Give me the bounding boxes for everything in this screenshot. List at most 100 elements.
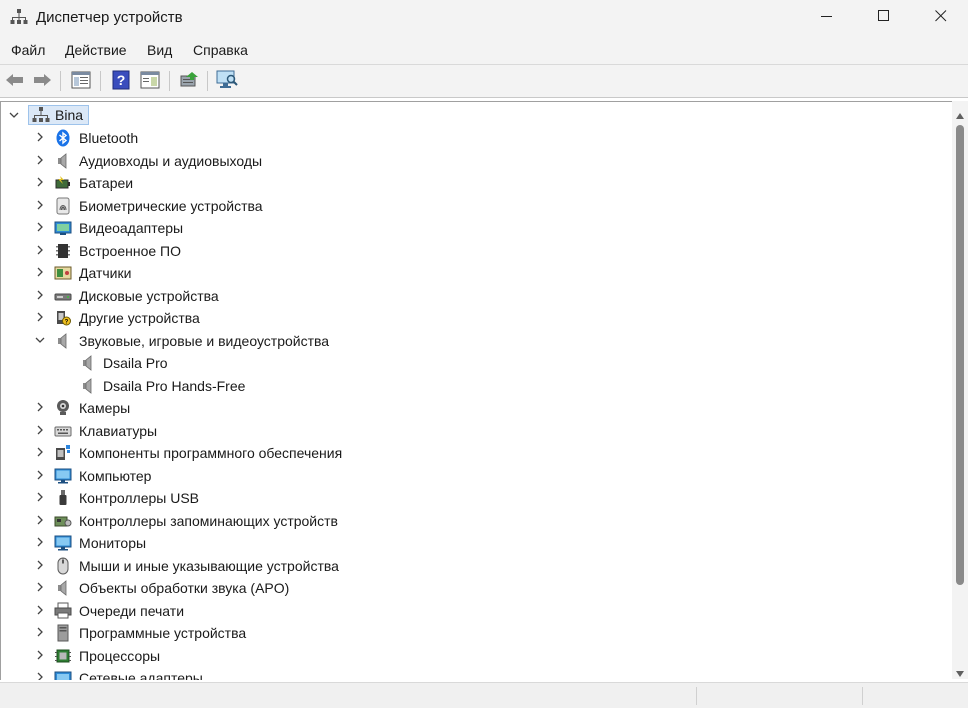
expand-toggle[interactable]	[33, 671, 47, 680]
expand-toggle[interactable]	[33, 559, 47, 573]
svg-text:?: ?	[117, 72, 126, 88]
expand-toggle[interactable]	[33, 334, 47, 348]
chevron-down-icon	[34, 333, 46, 349]
chevron-right-icon	[34, 175, 46, 191]
tree-category-label[interactable]: Дисковые устройства	[79, 285, 219, 307]
expand-toggle[interactable]	[33, 154, 47, 168]
tree-category-label[interactable]: Мыши и иные указывающие устройства	[79, 555, 339, 577]
computer-monitor-icon	[54, 467, 72, 485]
expand-toggle[interactable]	[33, 649, 47, 663]
tree-category-label[interactable]: Программные устройства	[79, 622, 246, 644]
tree-category-label[interactable]: Контроллеры запоминающих устройств	[79, 510, 338, 532]
expand-toggle[interactable]	[33, 401, 47, 415]
tree-device-label[interactable]: Dsaila Pro	[103, 352, 168, 374]
tree-category-label[interactable]: Компьютер	[79, 465, 151, 487]
chevron-right-icon	[34, 130, 46, 146]
chevron-right-icon	[34, 400, 46, 416]
expand-toggle[interactable]	[33, 311, 47, 325]
menu-file[interactable]: Файл	[11, 42, 45, 58]
menu-bar: Файл Действие Вид Справка	[0, 36, 968, 65]
expand-toggle[interactable]	[33, 469, 47, 483]
chevron-right-icon	[34, 625, 46, 641]
device-tree[interactable]: Bina Bluetooth Аудиовходы и аудиовыходы Ба…	[0, 101, 953, 680]
expand-toggle[interactable]	[33, 491, 47, 505]
update-driver-button[interactable]	[178, 70, 200, 92]
expand-toggle[interactable]	[33, 266, 47, 280]
sensor-icon	[54, 264, 72, 282]
expand-toggle[interactable]	[33, 581, 47, 595]
network-adapter-icon	[54, 669, 72, 680]
expand-toggle[interactable]	[33, 604, 47, 618]
speaker-icon	[54, 579, 72, 597]
tree-category-label[interactable]: Другие устройства	[79, 307, 200, 329]
panel-view-button[interactable]	[139, 70, 161, 92]
minimize-button[interactable]	[799, 0, 855, 34]
expand-toggle[interactable]	[33, 131, 47, 145]
tree-category-label[interactable]: Датчики	[79, 262, 131, 284]
expand-toggle[interactable]	[33, 626, 47, 640]
tree-category-label[interactable]: Клавиатуры	[79, 420, 157, 442]
chevron-right-icon	[34, 198, 46, 214]
tree-category-label[interactable]: Аудиовходы и аудиовыходы	[79, 150, 262, 172]
expand-toggle[interactable]	[33, 446, 47, 460]
tree-category-label[interactable]: Контроллеры USB	[79, 487, 199, 509]
expand-toggle[interactable]	[33, 176, 47, 190]
tree-category-label[interactable]: Очереди печати	[79, 600, 184, 622]
scan-hardware-button[interactable]	[216, 70, 238, 92]
menu-help[interactable]: Справка	[193, 42, 248, 58]
scrollbar-thumb[interactable]	[956, 125, 964, 585]
disk-drive-icon	[54, 287, 72, 305]
tree-category-label[interactable]: Биометрические устройства	[79, 195, 263, 217]
tree-category-label[interactable]: Видеоадаптеры	[79, 217, 183, 239]
chevron-right-icon	[34, 153, 46, 169]
expand-toggle[interactable]	[33, 244, 47, 258]
vertical-scrollbar[interactable]	[952, 101, 968, 679]
chevron-down-icon	[8, 108, 20, 124]
properties-view-button[interactable]	[70, 70, 92, 92]
chevron-right-icon	[34, 445, 46, 461]
usb-icon	[54, 489, 72, 507]
expand-root-toggle[interactable]	[7, 109, 21, 123]
display-adapter-icon	[54, 219, 72, 237]
chevron-right-icon	[34, 243, 46, 259]
chevron-right-icon	[34, 580, 46, 596]
title-bar: Диспетчер устройств	[0, 0, 968, 36]
maximize-icon	[878, 9, 890, 25]
expand-toggle[interactable]	[33, 424, 47, 438]
forward-button[interactable]	[31, 70, 53, 92]
tree-category-label[interactable]: Звуковые, игровые и видеоустройства	[79, 330, 329, 352]
device-manager-icon	[10, 8, 28, 29]
status-bar	[0, 682, 968, 708]
tree-root-label[interactable]: Bina	[55, 104, 83, 126]
tree-category-label[interactable]: Камеры	[79, 397, 130, 419]
keyboard-icon	[54, 422, 72, 440]
expand-toggle[interactable]	[33, 221, 47, 235]
tree-category-label[interactable]: Сетевые адаптеры	[79, 667, 203, 680]
tree-category-label[interactable]: Компоненты программного обеспечения	[79, 442, 342, 464]
tree-category-label[interactable]: Bluetooth	[79, 127, 138, 149]
scroll-down-icon[interactable]	[955, 665, 965, 681]
properties-view-icon	[71, 71, 91, 92]
chevron-right-icon	[34, 603, 46, 619]
chevron-right-icon	[34, 670, 46, 680]
tree-category-label[interactable]: Процессоры	[79, 645, 160, 667]
tree-category-label[interactable]: Встроенное ПО	[79, 240, 181, 262]
close-button[interactable]	[913, 0, 968, 34]
expand-toggle[interactable]	[33, 514, 47, 528]
tree-category-label[interactable]: Батареи	[79, 172, 133, 194]
expand-toggle[interactable]	[33, 289, 47, 303]
tree-category-label[interactable]: Объекты обработки звука (APO)	[79, 577, 289, 599]
menu-view[interactable]: Вид	[147, 42, 172, 58]
scroll-up-icon[interactable]	[955, 107, 965, 123]
toolbar-separator	[60, 71, 61, 91]
processor-icon	[54, 647, 72, 665]
tree-category-label[interactable]: Мониторы	[79, 532, 146, 554]
back-button[interactable]	[4, 70, 26, 92]
menu-action[interactable]: Действие	[65, 42, 127, 58]
chevron-right-icon	[34, 535, 46, 551]
help-button[interactable]: ?	[110, 70, 132, 92]
maximize-button[interactable]	[856, 0, 912, 34]
expand-toggle[interactable]	[33, 536, 47, 550]
tree-device-label[interactable]: Dsaila Pro Hands-Free	[103, 375, 245, 397]
expand-toggle[interactable]	[33, 199, 47, 213]
